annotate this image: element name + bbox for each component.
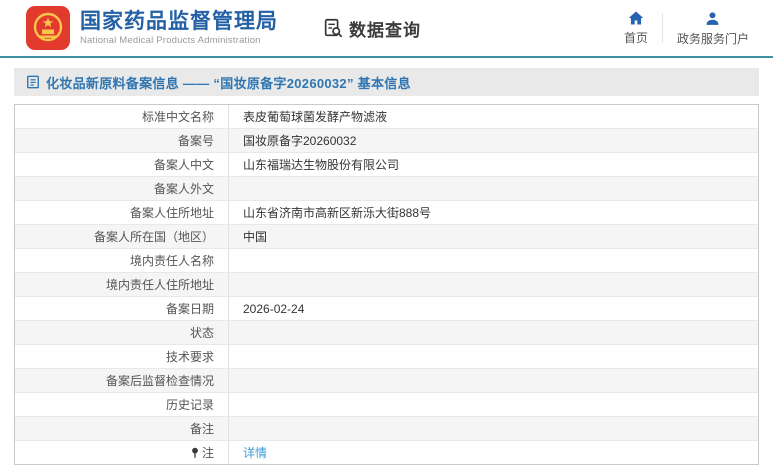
row-label-cell: 备案号 [15,129,229,152]
row-label-cell: 标准中文名称 [15,105,229,128]
row-label: 备案号 [177,134,214,148]
row-value-cell [229,346,758,367]
table-row: 注 详情 [15,441,758,464]
row-label-cell: 备案日期 [15,297,229,320]
table-row: 备案后监督检查情况 [15,369,758,393]
row-value-cell: 中国 [229,225,758,248]
nav-gov-portal-label: 政务服务门户 [676,31,749,46]
table-row: 备案号 国妆原备字20260032 [15,129,758,153]
row-label: 备案人住所地址 [129,206,214,220]
row-value-cell: 详情 [229,441,758,464]
row-label: 注 [201,446,214,460]
row-value-cell: 国妆原备字20260032 [229,129,758,152]
row-label-cell: 备案人外文 [15,177,229,200]
row-label: 备案人所在国（地区） [93,230,214,244]
row-label-cell: 状态 [15,321,229,344]
row-label-cell: 备案人所在国（地区） [15,225,229,248]
row-value: 山东福瑞达生物股份有限公司 [243,158,400,172]
row-label-cell: 境内责任人住所地址 [15,273,229,296]
row-label: 备注 [189,422,214,436]
row-value-cell: 表皮葡萄球菌发酵产物滤液 [229,105,758,128]
table-row: 备注 [15,417,758,441]
page-title: 化妆品新原料备案信息 —— “国妆原备字20260032” 基本信息 [46,75,411,91]
row-label: 备案后监督检查情况 [105,374,214,388]
table-row: 状态 [15,321,758,345]
row-value: 山东省济南市高新区新泺大街888号 [243,206,432,220]
row-label: 技术要求 [165,350,214,364]
nav-home-label: 首页 [623,31,648,45]
row-value: 表皮葡萄球菌发酵产物滤液 [243,110,388,124]
row-label: 备案人中文 [153,158,214,172]
row-label: 历史记录 [165,398,214,412]
row-label: 标准中文名称 [141,110,214,124]
table-row: 技术要求 [15,345,758,369]
row-label-cell: 注 [15,441,229,464]
row-value-cell: 山东福瑞达生物股份有限公司 [229,153,758,176]
table-row: 标准中文名称 表皮葡萄球菌发酵产物滤液 [15,105,758,129]
row-value: 中国 [243,230,268,244]
data-query-tab[interactable]: 数据查询 [322,16,421,41]
row-label-cell: 技术要求 [15,345,229,368]
table-row: 备案人外文 [15,177,758,201]
row-value-cell [229,394,758,415]
document-icon [27,75,39,89]
nmpa-emblem-logo[interactable] [26,6,70,50]
table-row: 历史记录 [15,393,758,417]
row-value-cell [229,274,758,295]
document-search-icon [324,18,343,38]
row-value-cell [229,370,758,391]
org-name-en: National Medical Products Administration [80,34,261,46]
home-icon [628,11,644,25]
note-pin-icon [191,447,199,459]
row-label: 状态 [189,326,214,340]
row-value-cell [229,250,758,271]
row-label: 备案人外文 [153,182,214,196]
user-icon [706,11,720,25]
row-label: 备案日期 [165,302,214,316]
row-value-cell [229,178,758,199]
row-value-cell [229,418,758,439]
org-name-zh: 国家药品监督管理局 [80,9,278,33]
row-value: 国妆原备字20260032 [243,134,357,148]
table-row: 境内责任人名称 [15,249,758,273]
row-label-cell: 历史记录 [15,393,229,416]
nav-gov-portal[interactable]: 政务服务门户 [667,10,759,47]
row-label-cell: 备注 [15,417,229,440]
table-row: 备案人住所地址 山东省济南市高新区新泺大街888号 [15,201,758,225]
nav-home[interactable]: 首页 [614,10,658,46]
row-label-cell: 备案后监督检查情况 [15,369,229,392]
org-title-block: 国家药品监督管理局 National Medical Products Admi… [80,10,278,47]
header-divider-rule [0,56,773,58]
table-row: 境内责任人住所地址 [15,273,758,297]
row-label: 境内责任人名称 [129,254,214,268]
filing-info-table: 标准中文名称 表皮葡萄球菌发酵产物滤液 备案号 国妆原备字20260032 备案… [14,104,759,465]
row-value-cell [229,322,758,343]
table-row: 备案日期 2026-02-24 [15,297,758,321]
row-label: 境内责任人住所地址 [105,278,214,292]
row-label-cell: 境内责任人名称 [15,249,229,272]
row-value-cell: 2026-02-24 [229,298,758,319]
nav-divider [661,13,663,43]
page-title-bar: 化妆品新原料备案信息 —— “国妆原备字20260032” 基本信息 [14,68,759,96]
data-query-label: 数据查询 [349,20,421,40]
table-row: 备案人中文 山东福瑞达生物股份有限公司 [15,153,758,177]
row-label-cell: 备案人住所地址 [15,201,229,224]
header: 国家药品监督管理局 National Medical Products Admi… [0,0,773,56]
row-value: 2026-02-24 [243,301,305,316]
row-label-cell: 备案人中文 [15,153,229,176]
row-value-cell: 山东省济南市高新区新泺大街888号 [229,201,758,224]
detail-link[interactable]: 详情 [243,444,267,461]
table-row: 备案人所在国（地区） 中国 [15,225,758,249]
